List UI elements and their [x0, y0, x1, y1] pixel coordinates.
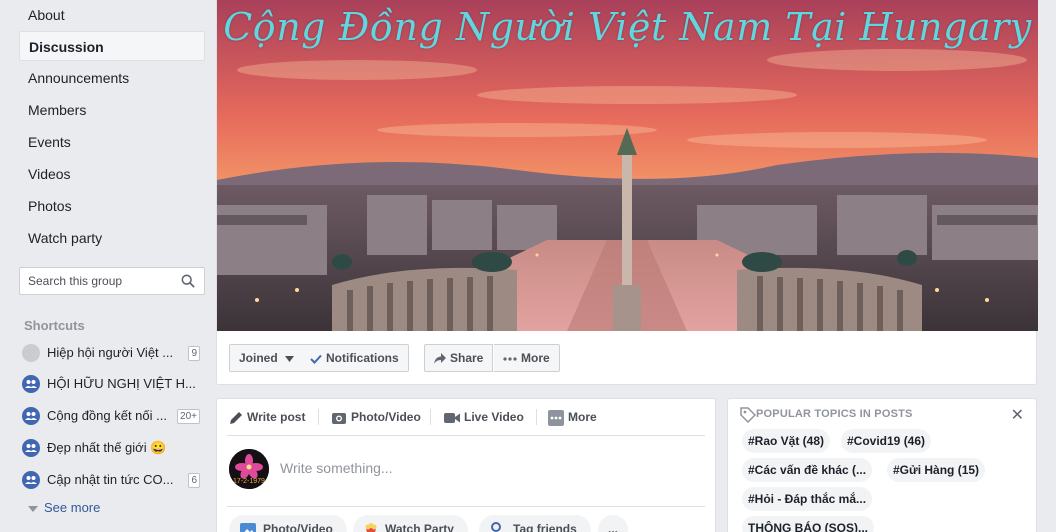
more-square-icon — [548, 409, 564, 426]
shortcut-label: Cập nhật tin tức CO... — [47, 472, 174, 487]
shortcut-item[interactable]: Hiệp hội người Việt ... 9 — [22, 342, 204, 364]
nav-announcements[interactable]: Announcements — [19, 63, 205, 93]
tag-friends-icon — [491, 521, 501, 532]
video-camera-icon — [444, 412, 460, 423]
photo-icon — [240, 522, 256, 532]
composer-divider — [227, 506, 705, 507]
shortcut-item[interactable]: Cộng đồng kết nối ... 20+ — [22, 405, 204, 427]
tab-photo-video[interactable]: Photo/Video — [331, 408, 421, 428]
notifications-label: Notifications — [326, 351, 399, 365]
shortcut-item[interactable]: Cập nhật tin tức CO... 6 — [22, 469, 204, 491]
cover-image — [217, 0, 1038, 331]
composer-more-button[interactable]: ... — [598, 515, 629, 532]
group-icon — [22, 407, 40, 425]
shortcut-label: Đẹp nhất thế giới 😀 — [47, 440, 167, 455]
shortcut-item[interactable]: HỘI HỮU NGHỊ VIỆT H... — [22, 373, 204, 395]
tab-write-post[interactable]: Write post — [229, 408, 305, 428]
group-search-input[interactable]: Search this group — [19, 267, 205, 295]
ellipsis-icon — [503, 357, 517, 361]
user-avatar[interactable]: 17-2-1979 — [229, 449, 269, 489]
tab-more[interactable]: More — [548, 408, 597, 428]
popcorn-icon — [365, 522, 377, 532]
share-button[interactable]: Share — [424, 344, 494, 372]
tag-friends-label: Tag friends — [513, 522, 577, 532]
tab-live-video[interactable]: Live Video — [444, 408, 524, 428]
composer-divider — [227, 435, 705, 436]
photo-video-button[interactable]: Photo/Video — [229, 515, 347, 532]
see-more-label: See more — [44, 500, 101, 515]
group-header-card: Cộng Đồng Người Việt Nam Tại Hungary Joi… — [216, 0, 1038, 385]
nav-about[interactable]: About — [19, 0, 205, 30]
tag-friends-button[interactable]: Tag friends — [479, 515, 591, 532]
photo-video-label: Photo/Video — [263, 522, 333, 532]
popular-topics-card: POPULAR TOPICS IN POSTS ✕ #Rao Vặt (48) … — [727, 398, 1037, 532]
nav-events[interactable]: Events — [19, 127, 205, 157]
shortcut-label: Hiệp hội người Việt ... — [47, 345, 174, 360]
tab-live-video-label: Live Video — [464, 410, 524, 424]
shortcut-count-badge: 20+ — [177, 409, 200, 424]
tag-icon — [740, 407, 756, 423]
post-composer: Write post Photo/Video Live Video More 1… — [216, 398, 716, 532]
composer-more-label: ... — [608, 522, 619, 532]
group-sidebar: About Discussion Announcements Members E… — [0, 0, 215, 532]
cover-title-text: Cộng Đồng Người Việt Nam Tại Hungary — [223, 5, 1032, 49]
shortcut-item[interactable]: Đẹp nhất thế giới 😀 — [22, 437, 204, 459]
shortcut-count-badge: 6 — [188, 473, 200, 488]
tab-write-post-label: Write post — [247, 410, 306, 424]
topic-chip[interactable]: #Covid19 (46) — [841, 429, 932, 453]
topic-chip[interactable]: THÔNG BÁO (SOS)... — [742, 516, 874, 532]
shortcut-count-badge: 9 — [188, 346, 200, 361]
chevron-down-icon — [28, 505, 38, 512]
nav-members[interactable]: Members — [19, 95, 205, 125]
topic-chip[interactable]: #Gửi Hàng (15) — [887, 458, 986, 482]
pencil-icon — [230, 411, 242, 424]
tab-divider — [536, 409, 537, 425]
share-arrow-icon — [434, 353, 446, 365]
popular-topics-heading: POPULAR TOPICS IN POSTS — [756, 408, 913, 420]
shortcuts-heading: Shortcuts — [24, 318, 85, 333]
caret-down-icon — [285, 355, 295, 362]
check-icon — [310, 354, 322, 364]
more-button[interactable]: More — [494, 344, 560, 372]
more-label: More — [521, 351, 550, 365]
write-something-input[interactable]: Write something... — [280, 460, 393, 476]
avatar-date-text: 17-2-1979 — [233, 478, 265, 485]
watch-party-label: Watch Party — [385, 522, 454, 532]
shortcut-label: Cộng đồng kết nối ... — [47, 408, 167, 423]
share-label: Share — [450, 351, 484, 365]
group-icon — [22, 375, 40, 393]
nav-videos[interactable]: Videos — [19, 159, 205, 189]
topic-chip[interactable]: #Hỏi - Đáp thắc mắ... — [742, 487, 873, 511]
camera-icon — [332, 412, 346, 424]
tab-divider — [430, 409, 431, 425]
nav-photos[interactable]: Photos — [19, 191, 205, 221]
group-icon — [22, 471, 40, 489]
nav-discussion[interactable]: Discussion — [19, 31, 205, 61]
joined-button[interactable]: Joined — [229, 344, 309, 372]
notifications-button[interactable]: Notifications — [301, 344, 409, 372]
watch-party-button[interactable]: Watch Party — [353, 515, 468, 532]
search-placeholder: Search this group — [28, 274, 123, 288]
topic-chip[interactable]: #Các vấn đề khác (... — [742, 458, 873, 482]
search-icon[interactable] — [181, 274, 195, 288]
joined-label: Joined — [239, 351, 278, 365]
topic-chip[interactable]: #Rao Vặt (48) — [742, 429, 831, 453]
see-more-link[interactable]: See more — [28, 500, 100, 515]
tab-photo-video-label: Photo/Video — [351, 410, 421, 424]
tab-divider — [318, 409, 319, 425]
cover-photo: Cộng Đồng Người Việt Nam Tại Hungary — [217, 0, 1038, 331]
group-icon — [22, 439, 40, 457]
shortcut-label: HỘI HỮU NGHỊ VIỆT H... — [47, 376, 196, 391]
tab-more-label: More — [568, 410, 597, 424]
group-avatar-icon — [22, 344, 40, 362]
nav-watch-party[interactable]: Watch party — [19, 223, 205, 253]
close-icon[interactable]: ✕ — [1011, 405, 1024, 425]
